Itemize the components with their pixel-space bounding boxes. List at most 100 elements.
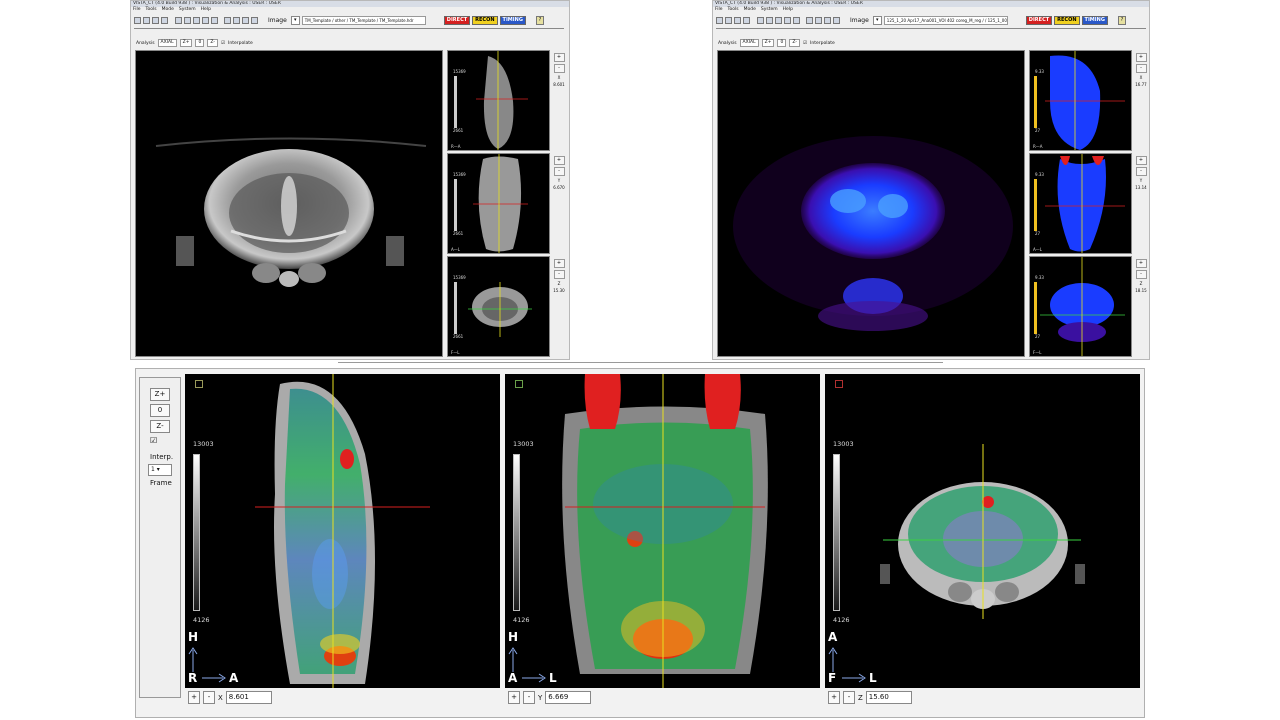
fusion-sagittal-view[interactable]: 13003 4126 H R A [185,374,500,688]
thumb-pet-coronal-minus-button[interactable]: - [1135,167,1147,176]
zoom-in-button[interactable]: Z+ [179,39,193,47]
main-axial-view[interactable] [135,50,443,357]
thumb-pet-coronal-plus-button[interactable]: + [1135,156,1147,165]
ruler-icon[interactable] [233,16,240,24]
thumb-pet-axial-orientation: F—L [1033,350,1042,355]
image-path-field[interactable]: TM_Template / other / TM_Template / TM_T… [301,15,426,25]
measure-icon[interactable] [242,16,249,24]
image-dropdown-button[interactable]: ▾ [872,15,882,25]
coronal-minus-button[interactable]: - [523,691,535,704]
open-icon[interactable] [134,16,141,24]
thumb-sagittal[interactable]: 15369 2661 R—A [447,50,550,151]
zoom-out-button[interactable]: Z- [789,39,800,47]
thumb-axial[interactable]: 15369 2661 F—L [447,256,550,357]
zoom-reset-button[interactable]: 0 [150,404,170,417]
axial-plus-button[interactable]: + [828,691,840,704]
thumb-coronal[interactable]: 15369 2661 A—L [447,153,550,254]
grid-icon[interactable] [757,16,764,24]
left-toolbar: Image ▾ TM_Template / other / TM_Templat… [131,13,569,27]
menu-system[interactable]: System [179,7,196,13]
sagittal-minus-button[interactable]: - [203,691,215,704]
interpolate-checkbox[interactable]: ☑ [221,41,225,46]
axial-coord-input[interactable]: 15.60 [865,691,912,704]
print-icon[interactable] [775,16,782,24]
pencil-icon[interactable] [224,16,231,24]
thumb-pet-coronal-coord: 13.14 [1135,185,1147,190]
thumb-sagittal-minus-button[interactable]: - [553,64,565,73]
save-icon[interactable] [734,16,741,24]
sagittal-plus-button[interactable]: + [188,691,200,704]
grid-icon[interactable] [175,16,182,24]
folder-icon[interactable] [725,16,732,24]
thumb-pet-axial-min: 27 [1035,334,1041,339]
menu-mode[interactable]: Mode [162,7,174,13]
zoom-in-button[interactable]: Z+ [761,39,775,47]
measure-icon[interactable] [824,16,831,24]
zoom-in-button[interactable]: Z+ [150,388,170,401]
thumb-sagittal-plus-button[interactable]: + [553,53,565,62]
roi-icon[interactable] [833,16,840,24]
sagittal-coord-input[interactable]: 8.601 [225,691,272,704]
menu-help[interactable]: Help [201,7,211,13]
zoom-out-button[interactable]: Z- [150,420,170,433]
thumb-pet-sagittal-minus-button[interactable]: - [1135,64,1147,73]
thumb-axial-minus-button[interactable]: - [553,270,565,279]
recon-button[interactable]: RECON [1054,15,1080,25]
folder-icon[interactable] [143,16,150,24]
menu-file[interactable]: File [133,7,141,13]
zoom-out-button[interactable]: Z- [207,39,218,47]
direct-button[interactable]: DIRECT [1025,15,1053,25]
thumb-pet-sagittal-plus-button[interactable]: + [1135,53,1147,62]
axial-minus-button[interactable]: - [843,691,855,704]
menu-help[interactable]: Help [783,7,793,13]
close-icon[interactable] [743,16,750,24]
interp-checkbox[interactable]: ☑ [150,436,157,445]
ruler-icon[interactable] [815,16,822,24]
zoom-reset-button[interactable]: 0 [777,39,787,47]
thumb-pet-axial-minus-button[interactable]: - [1135,270,1147,279]
chart-icon[interactable] [793,16,800,24]
print-icon[interactable] [193,16,200,24]
menu-tools[interactable]: Tools [728,7,739,13]
zoom-reset-button[interactable]: 0 [195,39,205,47]
analysis-select[interactable]: AXIAL [157,39,177,47]
thumb-pet-axial[interactable]: 9.33 27 F—L [1029,256,1132,357]
timing-button[interactable]: TIMING [499,15,526,25]
fusion-coronal-view[interactable]: 13003 4126 H A L [505,374,820,688]
thumb-coronal-plus-button[interactable]: + [553,156,565,165]
coronal-plus-button[interactable]: + [508,691,520,704]
timing-button[interactable]: TIMING [1081,15,1108,25]
menu-tools[interactable]: Tools [146,7,157,13]
thumb-pet-sagittal[interactable]: 9.33 27 R—A [1029,50,1132,151]
camera-icon[interactable] [202,16,209,24]
save-icon[interactable] [152,16,159,24]
analysis-select[interactable]: AXIAL [739,39,759,47]
fusion-axial-view[interactable]: 13003 4126 A F L [825,374,1140,688]
direct-button[interactable]: DIRECT [443,15,471,25]
coronal-coord-input[interactable]: 6.669 [545,691,592,704]
close-icon[interactable] [161,16,168,24]
pencil-icon[interactable] [806,16,813,24]
interp-select[interactable]: 1 ▾ [148,464,172,476]
image-dropdown-button[interactable]: ▾ [290,15,300,25]
interpolate-checkbox[interactable]: ☑ [803,41,807,46]
chart-icon[interactable] [211,16,218,24]
menu-mode[interactable]: Mode [744,7,756,13]
fusion-axial-colorbar [833,454,840,611]
layout-icon[interactable] [184,16,191,24]
recon-button[interactable]: RECON [472,15,498,25]
menu-file[interactable]: File [715,7,723,13]
thumb-axial-plus-button[interactable]: + [553,259,565,268]
roi-icon[interactable] [251,16,258,24]
help-icon[interactable]: ? [535,15,544,25]
menu-system[interactable]: System [761,7,778,13]
thumb-pet-axial-plus-button[interactable]: + [1135,259,1147,268]
image-path-field[interactable]: 125_1_20 Apr17_Ana001_VOI 402 coreg_M_re… [883,15,1008,25]
help-icon[interactable]: ? [1117,15,1126,25]
layout-icon[interactable] [766,16,773,24]
open-icon[interactable] [716,16,723,24]
main-pet-axial-view[interactable] [717,50,1025,357]
camera-icon[interactable] [784,16,791,24]
thumb-coronal-minus-button[interactable]: - [553,167,565,176]
thumb-pet-coronal[interactable]: 9.33 27 A—L [1029,153,1132,254]
